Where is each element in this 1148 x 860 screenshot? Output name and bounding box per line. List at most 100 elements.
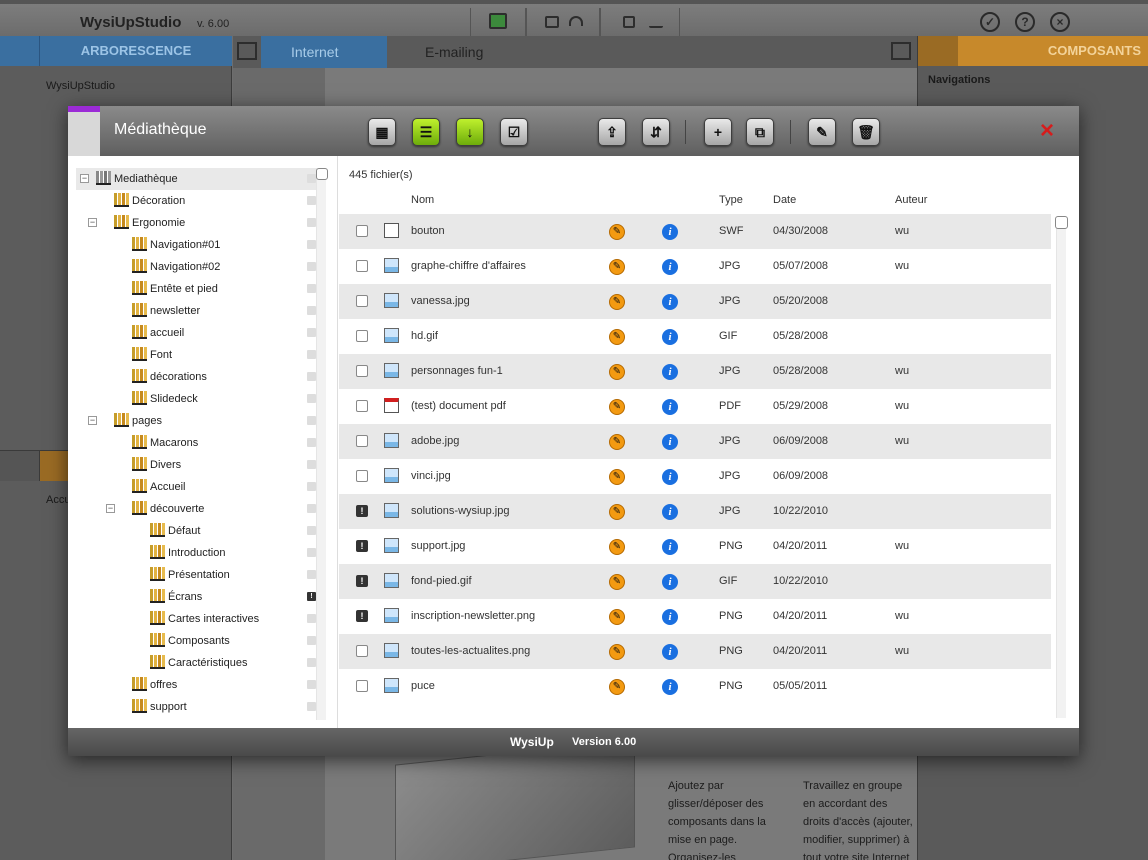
table-row[interactable]: puce ✎ i PNG 05/05/2011 xyxy=(339,669,1051,704)
info-icon[interactable]: i xyxy=(662,539,678,555)
tree-item[interactable]: offres xyxy=(76,674,318,696)
edit-pencil-icon[interactable]: ✎ xyxy=(609,364,625,380)
table-row[interactable]: hd.gif ✎ i GIF 05/28/2008 xyxy=(339,319,1051,354)
page-icon[interactable] xyxy=(0,451,40,481)
file-name[interactable]: solutions-wysiup.jpg xyxy=(411,505,509,517)
edit-pencil-icon[interactable]: ✎ xyxy=(609,469,625,485)
table-row[interactable]: adobe.jpg ✎ i JPG 06/09/2008 wu xyxy=(339,424,1051,459)
table-row[interactable]: personnages fun-1 ✎ i JPG 05/28/2008 wu xyxy=(339,354,1051,389)
file-name[interactable]: puce xyxy=(411,680,435,692)
tree-item[interactable]: Divers xyxy=(76,454,318,476)
row-checkbox[interactable] xyxy=(356,645,368,657)
zip-button[interactable]: ⇵ xyxy=(642,118,670,146)
table-row[interactable]: bouton ✎ i SWF 04/30/2008 wu xyxy=(339,214,1051,249)
tree-scroll-thumb[interactable] xyxy=(316,168,328,180)
file-name[interactable]: (test) document pdf xyxy=(411,400,506,412)
edit-pencil-icon[interactable]: ✎ xyxy=(609,259,625,275)
info-icon[interactable]: i xyxy=(662,609,678,625)
file-name[interactable]: support.jpg xyxy=(411,540,465,552)
table-row[interactable]: ! inscription-newsletter.png ✎ i PNG 04/20/20… xyxy=(339,599,1051,634)
collapse-toggle-icon[interactable]: − xyxy=(80,174,89,183)
info-icon[interactable]: i xyxy=(662,574,678,590)
tab-emailing[interactable]: E-mailing xyxy=(393,36,593,68)
list-scroll-thumb[interactable] xyxy=(1055,216,1068,229)
tree-item[interactable]: Présentation xyxy=(76,564,318,586)
table-row[interactable]: (test) document pdf ✎ i PDF 05/29/2008 wu xyxy=(339,389,1051,424)
tree-item[interactable]: Navigation#02 xyxy=(76,256,318,278)
file-name[interactable]: bouton xyxy=(411,225,445,237)
tree-item[interactable]: Font xyxy=(76,344,318,366)
tree-item[interactable]: − Ergonomie xyxy=(76,212,318,234)
row-checkbox[interactable] xyxy=(356,365,368,377)
collapse-toggle-icon[interactable]: − xyxy=(106,504,115,513)
info-icon[interactable]: i xyxy=(662,504,678,520)
new-folder-button[interactable]: + xyxy=(704,118,732,146)
components-icon[interactable] xyxy=(918,36,958,66)
row-checkbox[interactable] xyxy=(356,400,368,412)
warning-checkbox[interactable]: ! xyxy=(356,540,368,552)
row-checkbox[interactable] xyxy=(356,470,368,482)
tree-item[interactable]: Slidedeck xyxy=(76,388,318,410)
edit-pencil-icon[interactable]: ✎ xyxy=(609,539,625,555)
tree-item[interactable]: décorations xyxy=(76,366,318,388)
file-name[interactable]: vinci.jpg xyxy=(411,470,451,482)
edit-pencil-icon[interactable]: ✎ xyxy=(609,679,625,695)
info-icon[interactable]: i xyxy=(662,329,678,345)
collapse-toggle-icon[interactable]: − xyxy=(88,218,97,227)
info-icon[interactable]: i xyxy=(662,364,678,380)
table-row[interactable]: ! fond-pied.gif ✎ i GIF 10/22/2010 xyxy=(339,564,1051,599)
wifi-icon[interactable] xyxy=(569,16,583,26)
file-name[interactable]: toutes-les-actualites.png xyxy=(411,645,530,657)
info-icon[interactable]: i xyxy=(662,679,678,695)
preview-icon[interactable] xyxy=(489,13,507,29)
edit-pencil-icon[interactable]: ✎ xyxy=(609,329,625,345)
edit-pencil-icon[interactable]: ✎ xyxy=(609,504,625,520)
column-header-date[interactable]: Date xyxy=(773,194,796,206)
tree-item[interactable]: Accueil xyxy=(76,476,318,498)
tree-item[interactable]: Défaut xyxy=(76,520,318,542)
help-icon[interactable]: ? xyxy=(1015,12,1035,32)
tree-view-icon[interactable] xyxy=(0,36,40,66)
file-name[interactable]: personnages fun-1 xyxy=(411,365,503,377)
tree-item[interactable]: Entête et pied xyxy=(76,278,318,300)
edit-pencil-icon[interactable]: ✎ xyxy=(609,644,625,660)
tree-item[interactable]: accueil xyxy=(76,322,318,344)
info-icon[interactable]: i xyxy=(662,399,678,415)
tree-item[interactable]: − Mediathèque xyxy=(76,168,318,190)
close-icon[interactable]: × xyxy=(1040,119,1054,143)
table-row[interactable]: vinci.jpg ✎ i JPG 06/09/2008 xyxy=(339,459,1051,494)
tree-item[interactable]: Décoration xyxy=(76,190,318,212)
file-name[interactable]: graphe-chiffre d'affaires xyxy=(411,260,526,272)
upload-button[interactable]: ⇪ xyxy=(598,118,626,146)
download-button[interactable]: ↓ xyxy=(456,118,484,146)
tree-item[interactable]: Caractéristiques xyxy=(76,652,318,674)
info-icon[interactable]: i xyxy=(662,259,678,275)
edit-pencil-icon[interactable]: ✎ xyxy=(609,224,625,240)
info-icon[interactable]: i xyxy=(662,434,678,450)
row-checkbox[interactable] xyxy=(356,225,368,237)
warning-checkbox[interactable]: ! xyxy=(356,610,368,622)
file-name[interactable]: vanessa.jpg xyxy=(411,295,470,307)
tree-item[interactable]: Navigation#01 xyxy=(76,234,318,256)
lock-icon[interactable] xyxy=(623,16,635,28)
warning-checkbox[interactable]: ! xyxy=(356,575,368,587)
column-header-name[interactable]: Nom xyxy=(411,194,434,206)
row-checkbox[interactable] xyxy=(356,260,368,272)
quit-icon[interactable]: × xyxy=(1050,12,1070,32)
info-icon[interactable]: i xyxy=(662,294,678,310)
edit-pencil-icon[interactable]: ✎ xyxy=(609,399,625,415)
tree-item[interactable]: Écrans! xyxy=(76,586,318,608)
delete-button[interactable]: 🗑 xyxy=(852,118,880,146)
grid-view-button[interactable]: ▦ xyxy=(368,118,396,146)
warning-checkbox[interactable]: ! xyxy=(356,505,368,517)
site-root-item[interactable]: WysiUpStudio xyxy=(46,80,115,92)
validate-icon[interactable]: ✓ xyxy=(980,12,1000,32)
collapse-toggle-icon[interactable]: − xyxy=(88,416,97,425)
tab-internet[interactable]: Internet xyxy=(261,36,387,68)
table-row[interactable]: ! solutions-wysiup.jpg ✎ i JPG 10/22/2010 xyxy=(339,494,1051,529)
left-bottom-item[interactable]: Accu xyxy=(46,494,70,506)
file-name[interactable]: adobe.jpg xyxy=(411,435,459,447)
tree-item[interactable]: Composants xyxy=(76,630,318,652)
select-button[interactable]: ☑ xyxy=(500,118,528,146)
tree-item[interactable]: support xyxy=(76,696,318,718)
